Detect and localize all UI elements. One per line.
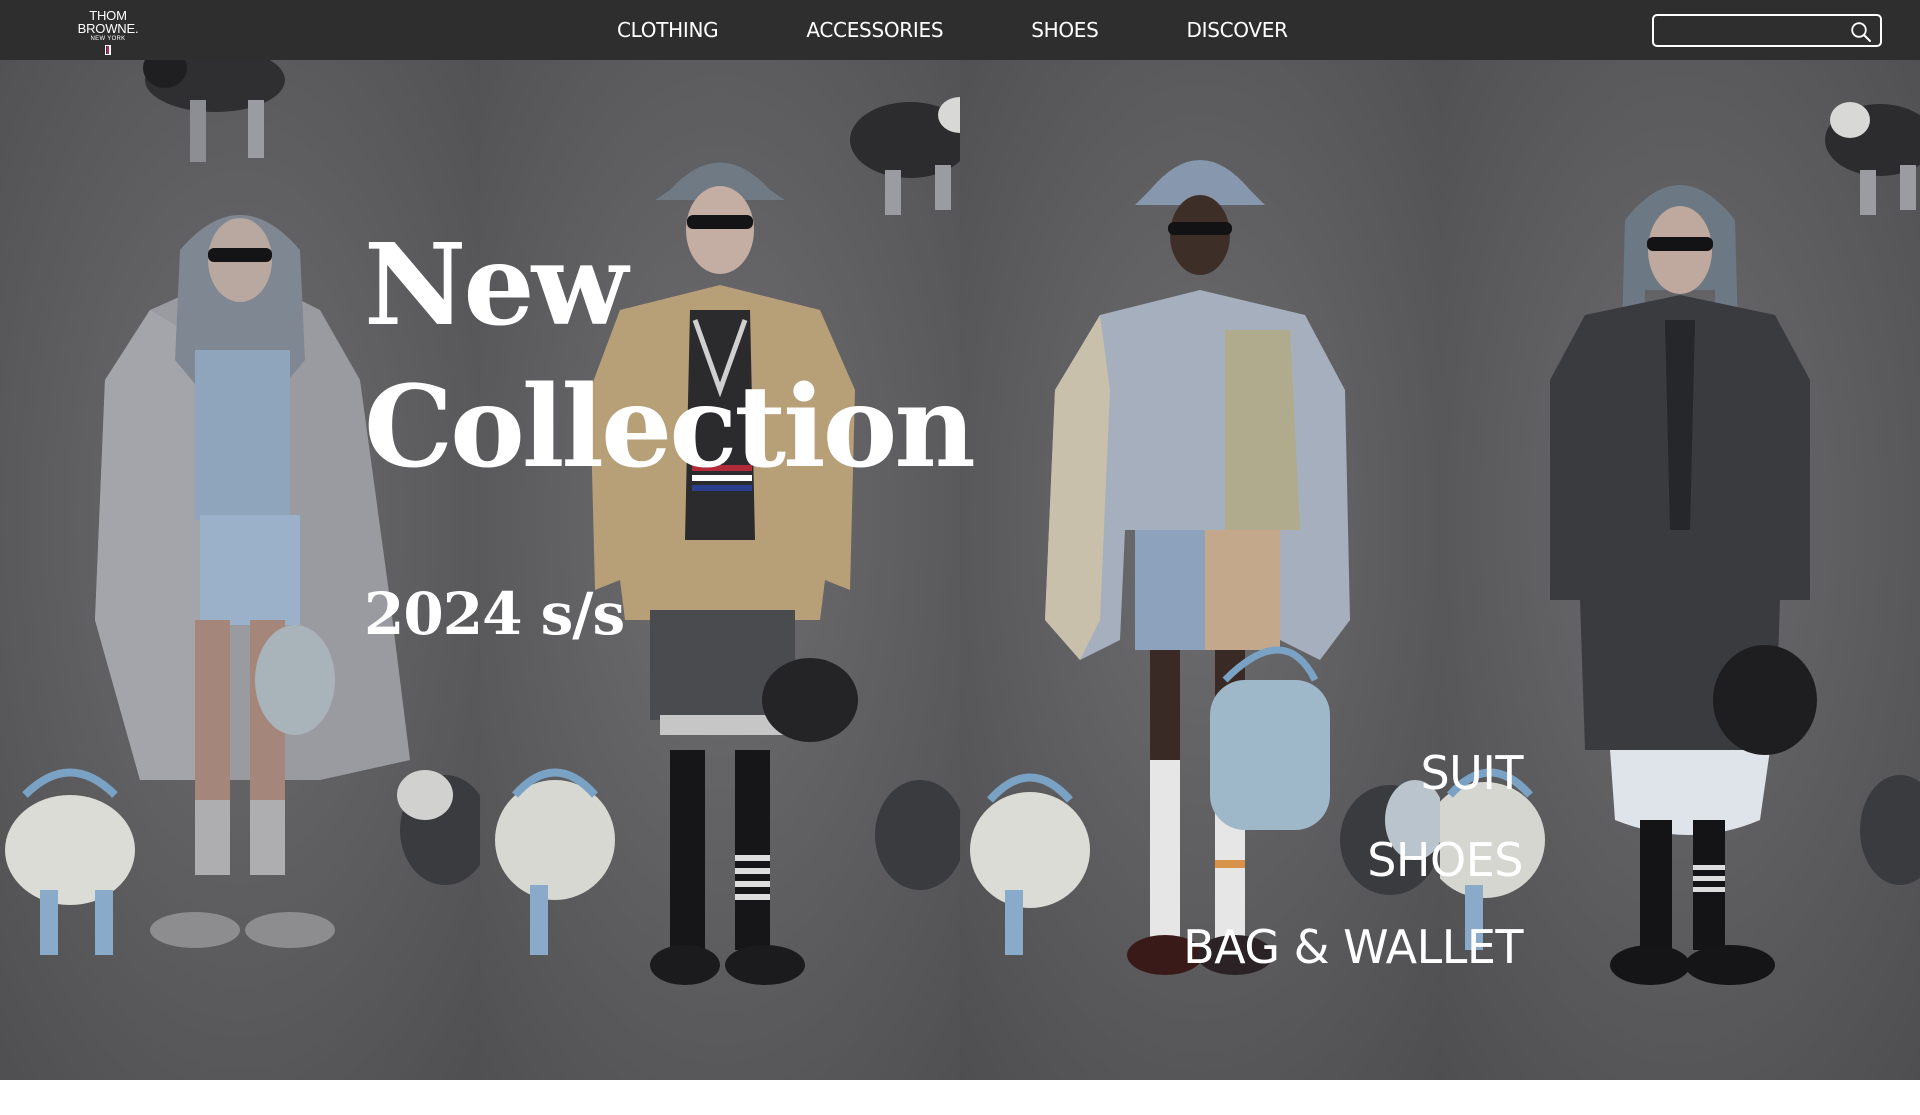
nav-item-discover[interactable]: DISCOVER bbox=[1187, 18, 1288, 42]
hero-title-line-1: New bbox=[364, 220, 628, 351]
search-icon[interactable] bbox=[1850, 21, 1872, 43]
brand-city: NEW YORK bbox=[90, 36, 126, 42]
main-nav: CLOTHING ACCESSORIES SHOES DISCOVER bbox=[617, 0, 1288, 60]
brand-logo[interactable]: THOM BROWNE. NEW YORK bbox=[58, 9, 158, 55]
brand-name: THOM BROWNE. bbox=[77, 8, 139, 36]
category-link-bag-wallet[interactable]: BAG & WALLET bbox=[1183, 904, 1523, 991]
hero-photo-2 bbox=[480, 60, 960, 1080]
top-navigation-bar: THOM BROWNE. NEW YORK CLOTHING ACCESSORI… bbox=[0, 0, 1920, 60]
flag-icon bbox=[105, 45, 111, 55]
category-link-suit[interactable]: SUIT bbox=[1183, 730, 1523, 817]
hero-season: 2024 s/s bbox=[364, 580, 625, 648]
hero-photo-1 bbox=[0, 60, 480, 1080]
hero-title: New Collection bbox=[364, 220, 976, 493]
nav-item-accessories[interactable]: ACCESSORIES bbox=[806, 18, 943, 42]
hero-banner: New Collection 2024 s/s SUIT SHOES BAG &… bbox=[0, 60, 1920, 1080]
nav-item-clothing[interactable]: CLOTHING bbox=[617, 18, 719, 42]
category-link-shoes[interactable]: SHOES bbox=[1183, 817, 1523, 904]
search-box bbox=[1652, 14, 1882, 47]
category-links: SUIT SHOES BAG & WALLET bbox=[1183, 730, 1523, 991]
search-input[interactable] bbox=[1662, 18, 1842, 43]
nav-item-shoes[interactable]: SHOES bbox=[1031, 18, 1099, 42]
hero-title-line-2: Collection bbox=[364, 362, 976, 493]
